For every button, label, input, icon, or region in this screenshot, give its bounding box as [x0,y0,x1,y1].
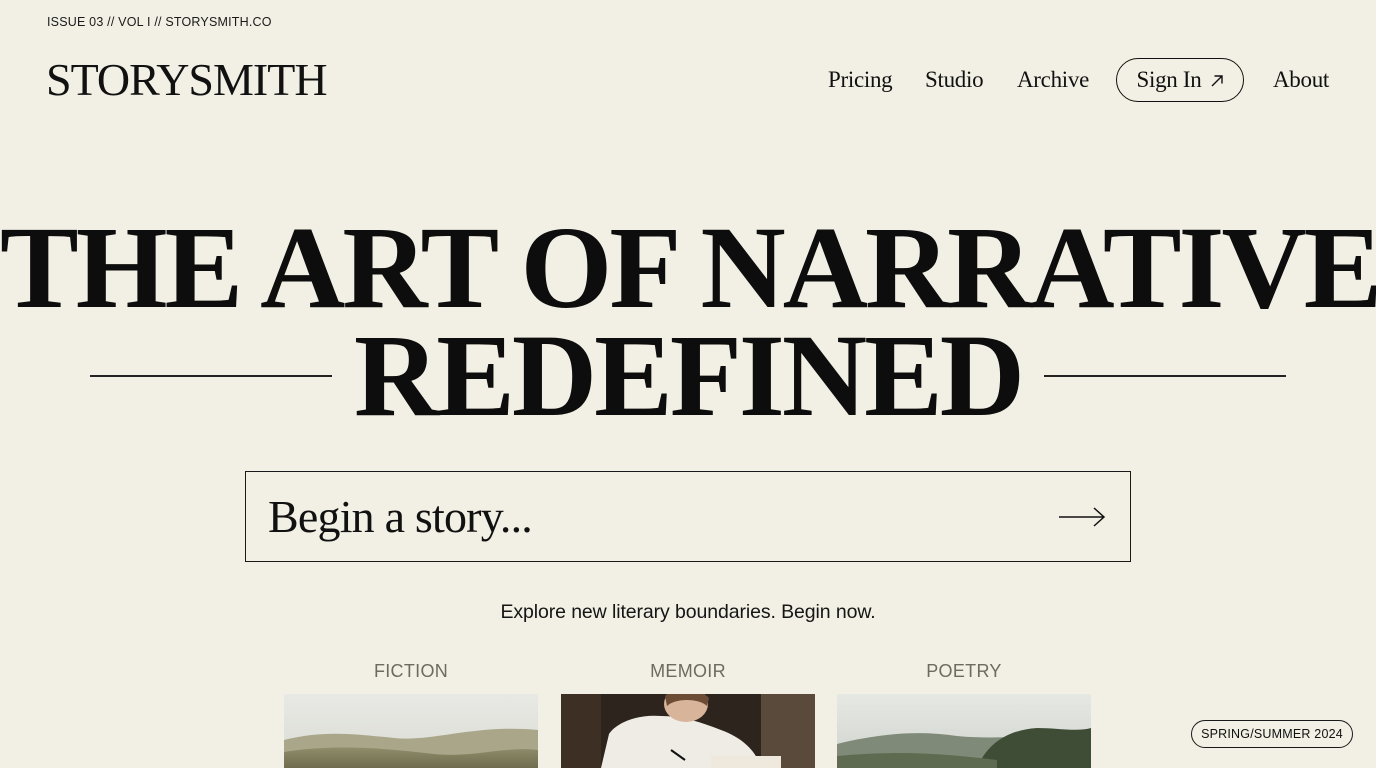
tagline: Explore new literary boundaries. Begin n… [500,601,876,623]
fiction-card-image[interactable] [284,694,538,768]
issue-line: ISSUE 03 // VOL I // STORYSMITH.CO [47,15,272,29]
arrow-right-icon[interactable] [1058,502,1108,532]
hero-title-line2-row: REDEFINED [90,310,1287,441]
category-label-poetry[interactable]: POETRY [837,661,1091,682]
sign-in-button[interactable]: Sign In [1116,58,1244,102]
hero-title-line2: REDEFINED [354,310,1025,441]
poetry-card-image[interactable] [837,694,1091,768]
season-badge: SPRING/SUMMER 2024 [1191,720,1353,748]
arrow-up-right-icon [1211,74,1223,86]
landscape-hills-photo [284,694,538,768]
story-input-box [245,471,1131,562]
right-divider [1044,375,1287,377]
main-nav: Pricing Studio Archive Sign In About [0,58,1376,102]
nav-studio[interactable]: Studio [925,58,984,102]
memoir-card-image[interactable] [561,694,815,768]
left-divider [90,375,333,377]
category-label-fiction[interactable]: FICTION [284,661,538,682]
person-writing-photo [561,694,815,768]
forest-hills-photo [837,694,1091,768]
category-label-memoir[interactable]: MEMOIR [561,661,815,682]
story-input[interactable] [268,472,1028,561]
sign-in-label: Sign In [1136,67,1202,92]
nav-about[interactable]: About [1273,58,1329,102]
nav-pricing[interactable]: Pricing [828,58,893,102]
nav-archive[interactable]: Archive [1017,58,1089,102]
